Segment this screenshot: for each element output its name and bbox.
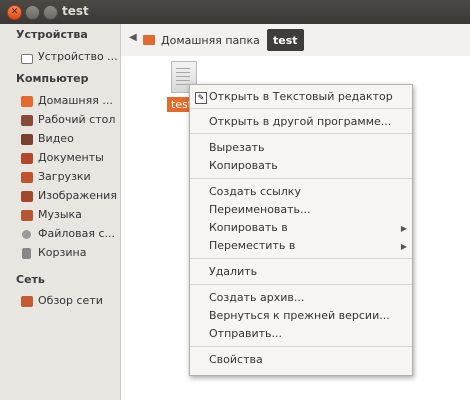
pictures-icon <box>21 191 33 202</box>
menu-item-rename[interactable]: Переименовать... <box>209 203 311 216</box>
sidebar-item-trash[interactable]: Корзина <box>0 244 120 263</box>
sidebar-item-desktop[interactable]: Рабочий стол <box>0 111 120 130</box>
menu-item-cut[interactable]: Вырезать <box>209 141 264 154</box>
menu-item-send[interactable]: Отправить... <box>209 327 282 340</box>
context-menu: ✎ Открыть в Текстовый редактор Открыть в… <box>189 84 413 376</box>
path-back-arrow-icon[interactable]: ◀ <box>129 32 137 43</box>
sidebar-item-label: Устройство ... <box>38 50 118 63</box>
menu-separator <box>190 284 412 285</box>
sidebar-item-label: Корзина <box>38 246 87 259</box>
breadcrumb-home[interactable]: Домашняя папка <box>143 28 260 52</box>
sidebar-item-label: Видео <box>38 132 74 145</box>
menu-separator <box>190 258 412 259</box>
menu-item-open-other[interactable]: Открыть в другой программе... <box>209 115 391 128</box>
breadcrumb-current[interactable]: test <box>267 29 304 51</box>
drive-icon <box>21 54 33 64</box>
maximize-window-button[interactable] <box>43 5 58 20</box>
menu-separator <box>190 108 412 109</box>
sidebar-header-computer: Компьютер <box>16 72 89 85</box>
trash-icon <box>22 248 31 259</box>
sidebar-item-label: Домашняя ... <box>38 94 113 107</box>
text-editor-icon: ✎ <box>195 92 207 104</box>
sidebar-item-downloads[interactable]: Загрузки <box>0 168 120 187</box>
sidebar-item-home[interactable]: Домашняя ... <box>0 92 120 111</box>
sidebar-item-label: Музыка <box>38 208 82 221</box>
downloads-icon <box>21 172 33 183</box>
sidebar-item-network[interactable]: Обзор сети <box>0 292 120 311</box>
network-icon <box>21 296 33 307</box>
menu-item-delete[interactable]: Удалить <box>209 265 257 278</box>
window-title: test <box>62 4 89 18</box>
sidebar-item-label: Документы <box>38 151 104 164</box>
menu-separator <box>190 178 412 179</box>
menu-item-copy-to[interactable]: Копировать в <box>209 221 288 234</box>
sidebar-item-device[interactable]: Устройство ... <box>0 48 120 67</box>
sidebar-item-video[interactable]: Видео <box>0 130 120 149</box>
video-icon <box>21 134 33 145</box>
sidebar-item-label: Файловая с... <box>38 227 115 240</box>
title-bar[interactable]: ✕ test <box>0 0 470 24</box>
sidebar-item-documents[interactable]: Документы <box>0 149 120 168</box>
menu-item-move-to[interactable]: Переместить в <box>209 239 295 252</box>
file-manager-window: ✕ test Устройства Устройство ... Компьют… <box>0 0 470 400</box>
menu-separator <box>190 133 412 134</box>
sidebar-item-label: Изображения <box>38 189 117 202</box>
sidebar-item-music[interactable]: Музыка <box>0 206 120 225</box>
minimize-window-button[interactable] <box>25 5 40 20</box>
sidebar-item-pictures[interactable]: Изображения <box>0 187 120 206</box>
sidebar-item-label: Рабочий стол <box>38 113 116 126</box>
home-folder-icon <box>21 96 33 107</box>
sidebar-header-devices: Устройства <box>16 28 88 41</box>
path-bar: ◀ Домашняя папка test <box>121 24 470 56</box>
menu-item-revert-version[interactable]: Вернуться к прежней версии... <box>209 309 390 322</box>
music-icon <box>21 210 33 221</box>
sidebar-header-network: Сеть <box>16 273 45 286</box>
sidebar-item-label: Загрузки <box>38 170 91 183</box>
places-sidebar: Устройства Устройство ... Компьютер Дома… <box>0 24 121 400</box>
documents-icon <box>21 153 33 164</box>
submenu-arrow-icon: ▶ <box>400 224 407 233</box>
menu-item-open-text-editor[interactable]: Открыть в Текстовый редактор <box>209 90 393 103</box>
menu-item-copy[interactable]: Копировать <box>209 159 278 172</box>
breadcrumb-home-label: Домашняя папка <box>161 33 260 47</box>
menu-separator <box>190 346 412 347</box>
menu-item-create-archive[interactable]: Создать архив... <box>209 291 304 304</box>
home-folder-icon <box>143 35 155 45</box>
menu-item-properties[interactable]: Свойства <box>209 353 263 366</box>
submenu-arrow-icon: ▶ <box>400 242 407 251</box>
menu-item-create-link[interactable]: Создать ссылку <box>209 185 301 198</box>
sidebar-item-filesystem[interactable]: Файловая с... <box>0 225 120 244</box>
close-window-button[interactable]: ✕ <box>7 5 22 20</box>
filesystem-icon <box>22 230 31 239</box>
sidebar-item-label: Обзор сети <box>38 294 103 307</box>
desktop-icon <box>21 115 33 126</box>
